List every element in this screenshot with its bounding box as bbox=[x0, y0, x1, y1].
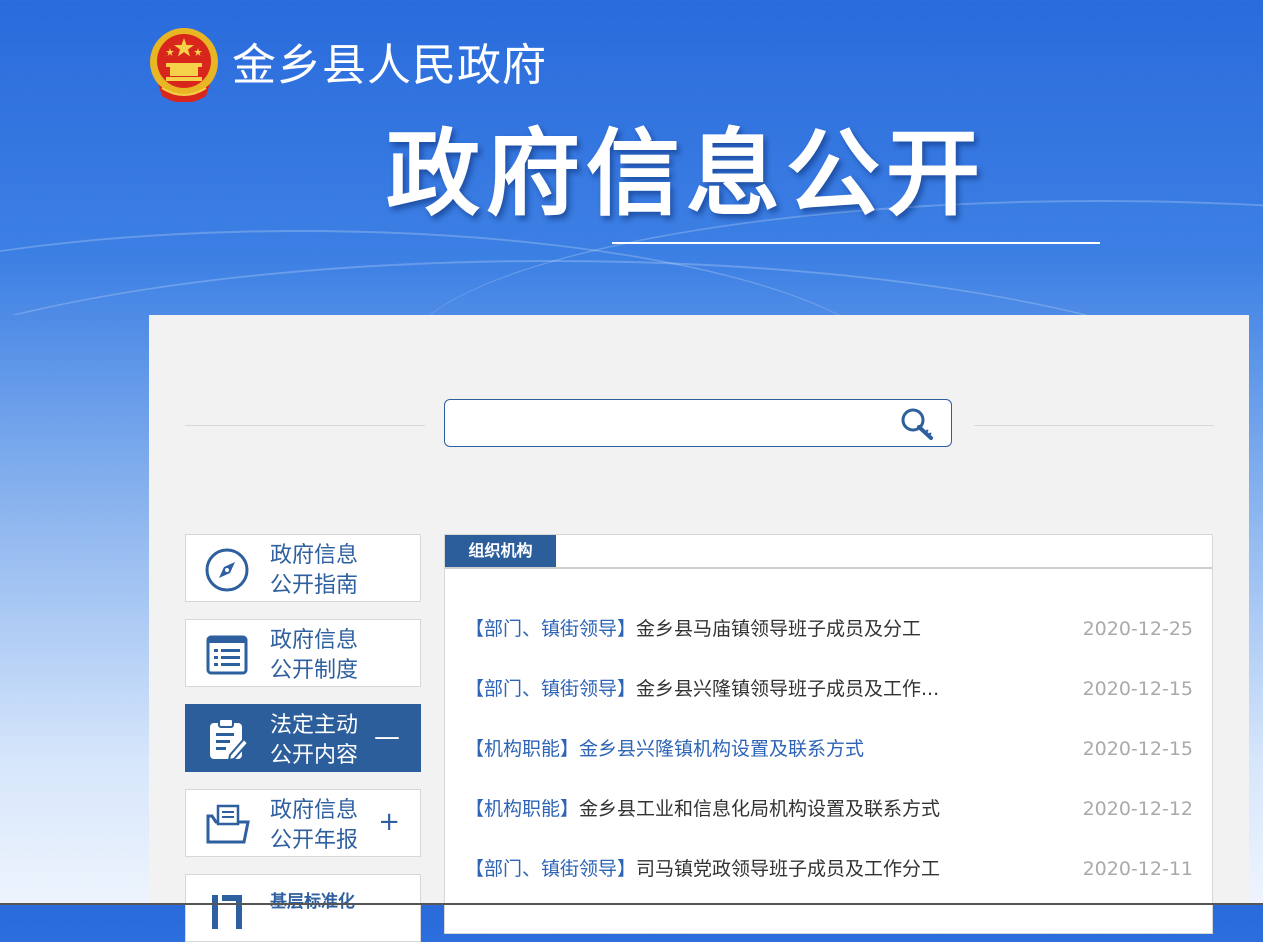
sidebar-item-label: 政府信息 公开年报 bbox=[270, 796, 390, 856]
site-name[interactable]: 金乡县人民政府 bbox=[232, 40, 547, 92]
national-emblem-icon bbox=[150, 28, 218, 102]
sidebar-item-policy[interactable]: 政府信息 公开制度 bbox=[185, 619, 421, 687]
sidebar-label-line: 政府信息 bbox=[270, 543, 359, 568]
sidebar-label-line: 公开制度 bbox=[270, 658, 359, 683]
compass-icon bbox=[205, 548, 249, 592]
list-item-category[interactable]: 【部门、镇街领导】 bbox=[465, 618, 636, 640]
collapse-icon[interactable]: — bbox=[374, 722, 400, 752]
list-item-title[interactable]: 金乡县兴隆镇领导班子成员及工作... bbox=[636, 678, 939, 700]
list-item-category[interactable]: 【机构职能】 bbox=[465, 738, 579, 760]
page-title: 政府信息公开 bbox=[386, 120, 987, 229]
list-item-category[interactable]: 【机构职能】 bbox=[465, 798, 579, 820]
list-item[interactable]: 【部门、镇街领导】金乡县马庙镇领导班子成员及分工 2020-12-25 bbox=[465, 614, 1193, 644]
search-box bbox=[444, 399, 952, 447]
divider-right bbox=[974, 425, 1214, 426]
expand-icon[interactable]: + bbox=[378, 807, 400, 837]
list-item[interactable]: 【部门、镇街领导】司马镇党政领导班子成员及工作分工 2020-12-11 bbox=[465, 854, 1193, 884]
header-banner: 金乡县人民政府 政府信息公开 bbox=[0, 0, 1263, 315]
list-item-date: 2020-12-25 bbox=[1082, 618, 1193, 640]
sidebar-item-mandatory-disclosure[interactable]: 法定主动 公开内容 — bbox=[185, 704, 421, 772]
list-item[interactable]: 【机构职能】金乡县兴隆镇机构设置及联系方式 2020-12-15 bbox=[465, 734, 1193, 764]
sidebar-item-guide[interactable]: 政府信息 公开指南 bbox=[185, 534, 421, 602]
list-item-date: 2020-12-12 bbox=[1082, 798, 1193, 820]
list-item[interactable]: 【机构职能】金乡县工业和信息化局机构设置及联系方式 2020-12-12 bbox=[465, 794, 1193, 824]
content-list-panel: 组织机构 【部门、镇街领导】金乡县马庙镇领导班子成员及分工 2020-12-25… bbox=[444, 534, 1213, 934]
sidebar-item-label: 政府信息 公开制度 bbox=[270, 626, 390, 686]
sidebar-label-line: 基层标准化 bbox=[270, 892, 355, 912]
sidebar-label-line: 公开内容 bbox=[270, 743, 359, 768]
list-item-title[interactable]: 司马镇党政领导班子成员及工作分工 bbox=[636, 858, 940, 880]
sidebar-item-label: 法定主动 公开内容 bbox=[270, 711, 390, 771]
search-input[interactable] bbox=[457, 408, 881, 440]
folder-document-icon bbox=[206, 804, 250, 844]
sidebar-label-line: 法定主动 bbox=[270, 713, 359, 738]
sidebar-item-standardization[interactable]: 基层标准化 bbox=[185, 874, 421, 942]
divider-left bbox=[185, 425, 425, 426]
main-panel: 政府信息 公开指南 政府信息 公开制度 法定主动 公开内容 — 政府信息 公开年… bbox=[149, 315, 1249, 942]
list-item-date: 2020-12-15 bbox=[1082, 678, 1193, 700]
list-item-date: 2020-12-11 bbox=[1082, 858, 1193, 880]
list-item-title[interactable]: 金乡县工业和信息化局机构设置及联系方式 bbox=[579, 798, 940, 820]
standard-icon bbox=[212, 895, 242, 929]
sidebar-item-annual-report[interactable]: 政府信息 公开年报 + bbox=[185, 789, 421, 857]
sidebar-label-line: 公开年报 bbox=[270, 828, 359, 853]
list-item-category[interactable]: 【部门、镇街领导】 bbox=[465, 858, 636, 880]
sidebar-item-label: 政府信息 公开指南 bbox=[270, 541, 390, 601]
list-icon bbox=[206, 635, 248, 675]
list-item-title[interactable]: 金乡县马庙镇领导班子成员及分工 bbox=[636, 618, 921, 640]
list-item-title[interactable]: 金乡县兴隆镇机构设置及联系方式 bbox=[579, 738, 864, 760]
sidebar-label-line: 公开指南 bbox=[270, 573, 359, 598]
tab-bar: 组织机构 bbox=[445, 535, 1212, 569]
sidebar-label-line: 政府信息 bbox=[270, 628, 359, 653]
list-item[interactable]: 【部门、镇街领导】金乡县兴隆镇领导班子成员及工作... 2020-12-15 bbox=[465, 674, 1193, 704]
title-underline bbox=[612, 242, 1100, 244]
sidebar-label-line: 政府信息 bbox=[270, 798, 359, 823]
sidebar-item-label: 基层标准化 bbox=[270, 887, 390, 917]
list-item-date: 2020-12-15 bbox=[1082, 738, 1193, 760]
clipboard-edit-icon bbox=[210, 718, 250, 762]
list-item-category[interactable]: 【部门、镇街领导】 bbox=[465, 678, 636, 700]
search-icon[interactable] bbox=[897, 406, 937, 442]
tab-organization[interactable]: 组织机构 bbox=[445, 535, 556, 567]
